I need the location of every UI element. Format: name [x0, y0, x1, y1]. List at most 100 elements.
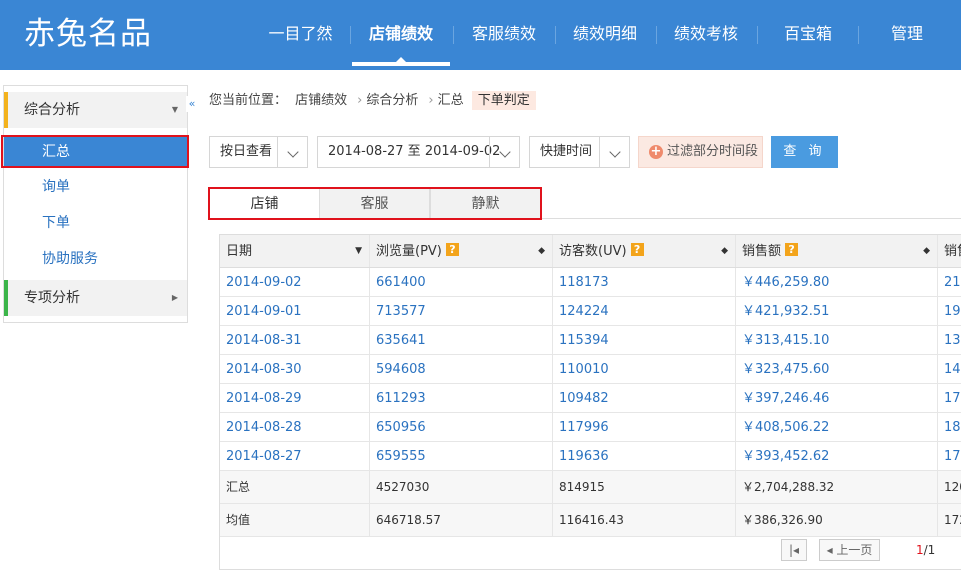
table-row: 2014-08-30 594608 110010 ￥323,475.60 142 — [220, 355, 961, 384]
help-icon[interactable]: ? — [630, 243, 644, 256]
cell-date[interactable]: 2014-08-29 — [220, 384, 370, 412]
sidebar: 综合分析 ▼ 汇总 询单 下单 协助服务 专项分析 ▶ — [3, 85, 188, 323]
plus-icon: + — [649, 144, 663, 159]
nav-item-overview[interactable]: 一目了然 — [253, 0, 348, 70]
first-page-button[interactable]: |◂ — [781, 539, 807, 561]
cell-sales-count[interactable]: 170 — [938, 442, 961, 470]
cell-uv[interactable]: 118173 — [553, 268, 736, 296]
nav-item-store-performance[interactable]: 店铺绩效 — [352, 0, 450, 70]
column-header-pv[interactable]: 浏览量(PV)? ◆ — [370, 235, 553, 267]
sort-icon[interactable]: ◆ — [923, 235, 930, 267]
cell-date[interactable]: 2014-08-27 — [220, 442, 370, 470]
cell-sales[interactable]: ￥323,475.60 — [736, 355, 938, 383]
date-range-picker[interactable]: 2014-08-27 至 2014-09-02 — [317, 136, 520, 168]
nav-divider — [555, 26, 556, 44]
cell-pv[interactable]: 661400 — [370, 268, 553, 296]
date-range-value: 2014-08-27 至 2014-09-02 — [328, 144, 501, 159]
sort-desc-icon[interactable]: ▼ — [355, 235, 362, 267]
view-mode-select[interactable]: 按日查看 — [209, 136, 308, 168]
chevron-down-icon[interactable] — [599, 137, 629, 167]
cell-date[interactable]: 2014-09-01 — [220, 297, 370, 325]
column-header-sales[interactable]: 销售额? ◆ — [736, 235, 938, 267]
chevron-right-icon: ▶ — [171, 293, 178, 302]
cell-sales[interactable]: ￥313,415.10 — [736, 326, 938, 354]
nav-item-toolbox[interactable]: 百宝箱 — [760, 0, 856, 70]
average-pv: 646718.57 — [370, 504, 553, 536]
quick-time-select[interactable]: 快捷时间 — [529, 136, 630, 168]
sidebar-item-assist[interactable]: 协助服务 — [4, 244, 187, 274]
sort-icon[interactable]: ◆ — [538, 235, 545, 267]
cell-date[interactable]: 2014-08-30 — [220, 355, 370, 383]
cell-pv[interactable]: 659555 — [370, 442, 553, 470]
column-header-date[interactable]: 日期 ▼ — [220, 235, 370, 267]
data-table: 日期▼ 浏览量(PV)?◆ 访客数(UV)?◆ 销售额?◆ 销售 2014-09… — [219, 234, 961, 570]
nav-item-service-performance[interactable]: 客服绩效 — [456, 0, 552, 70]
sidebar-group-comprehensive[interactable]: 综合分析 ▼ — [4, 92, 187, 128]
cell-uv[interactable]: 119636 — [553, 442, 736, 470]
tab-store[interactable]: 店铺 — [209, 188, 320, 219]
sidebar-item-inquiry[interactable]: 询单 — [4, 172, 187, 202]
cell-sales[interactable]: ￥408,506.22 — [736, 413, 938, 441]
query-button[interactable]: 查 询 — [771, 136, 838, 168]
cell-pv[interactable]: 611293 — [370, 384, 553, 412]
average-label: 均值 — [220, 504, 370, 536]
cell-uv[interactable]: 117996 — [553, 413, 736, 441]
cell-sales-count[interactable]: 195 — [938, 297, 961, 325]
nav-item-performance-review[interactable]: 绩效考核 — [658, 0, 754, 70]
exclude-time-button[interactable]: + 过滤部分时间段 — [638, 136, 763, 168]
collapse-sidebar-icon[interactable]: « — [186, 96, 198, 112]
sidebar-item-order[interactable]: 下单 — [4, 208, 187, 238]
nav-item-performance-detail[interactable]: 绩效明细 — [557, 0, 653, 70]
breadcrumb-tag[interactable]: 下单判定 — [471, 91, 536, 110]
column-header-sales-count[interactable]: 销售 — [938, 235, 961, 267]
breadcrumb: 您当前位置： 店铺绩效 › 综合分析 › 汇总 下单判定 — [209, 90, 540, 112]
column-header-uv[interactable]: 访客数(UV)? ◆ — [553, 235, 736, 267]
cell-sales-count[interactable]: 210 — [938, 268, 961, 296]
cell-sales-count[interactable]: 137 — [938, 326, 961, 354]
cell-pv[interactable]: 635641 — [370, 326, 553, 354]
cell-date[interactable]: 2014-08-28 — [220, 413, 370, 441]
cell-sales-count[interactable]: 142 — [938, 355, 961, 383]
cell-uv[interactable]: 110010 — [553, 355, 736, 383]
cell-sales[interactable]: ￥446,259.80 — [736, 268, 938, 296]
total-pages: /1 — [923, 543, 936, 557]
tab-silent[interactable]: 静默 — [430, 188, 541, 218]
top-nav-bar: 赤兔名品 一目了然 店铺绩效 客服绩效 绩效明细 绩效考核 百宝箱 管理 — [0, 0, 961, 70]
tab-service[interactable]: 客服 — [319, 188, 430, 218]
cell-uv[interactable]: 124224 — [553, 297, 736, 325]
cell-date[interactable]: 2014-08-31 — [220, 326, 370, 354]
breadcrumb-separator-icon: › — [428, 93, 434, 108]
cell-sales[interactable]: ￥393,452.62 — [736, 442, 938, 470]
cell-sales[interactable]: ￥397,246.46 — [736, 384, 938, 412]
help-icon[interactable]: ? — [785, 243, 799, 256]
summary-uv: 814915 — [553, 471, 736, 503]
chevron-down-icon[interactable] — [277, 137, 307, 167]
average-sales-count: 172 — [938, 504, 961, 536]
sort-icon[interactable]: ◆ — [721, 235, 728, 267]
cell-pv[interactable]: 650956 — [370, 413, 553, 441]
sidebar-group-label: 专项分析 — [24, 290, 80, 306]
prev-page-button[interactable]: ◂ 上一页 — [819, 539, 880, 561]
cell-uv[interactable]: 109482 — [553, 384, 736, 412]
nav-item-manage[interactable]: 管理 — [861, 0, 953, 70]
breadcrumb-item[interactable]: 店铺绩效 — [295, 93, 347, 108]
sidebar-item-summary[interactable]: 汇总 — [4, 137, 187, 167]
sidebar-group-special[interactable]: 专项分析 ▶ — [4, 280, 187, 316]
cell-uv[interactable]: 115394 — [553, 326, 736, 354]
sidebar-group-label: 综合分析 — [24, 102, 80, 118]
cell-sales-count[interactable]: 180 — [938, 413, 961, 441]
cell-pv[interactable]: 713577 — [370, 297, 553, 325]
cell-date[interactable]: 2014-09-02 — [220, 268, 370, 296]
breadcrumb-item[interactable]: 综合分析 — [366, 93, 418, 108]
chevron-down-icon[interactable] — [489, 137, 519, 167]
table-row: 2014-09-02 661400 118173 ￥446,259.80 210 — [220, 268, 961, 297]
help-icon[interactable]: ? — [445, 243, 459, 256]
nav-divider — [350, 26, 351, 44]
nav-divider — [858, 26, 859, 44]
page-indicator: 1/1 — [916, 543, 935, 557]
cell-sales[interactable]: ￥421,932.51 — [736, 297, 938, 325]
cell-pv[interactable]: 594608 — [370, 355, 553, 383]
cell-sales-count[interactable]: 171 — [938, 384, 961, 412]
brand-logo[interactable]: 赤兔名品 — [24, 14, 152, 54]
average-sales: ￥386,326.90 — [736, 504, 938, 536]
